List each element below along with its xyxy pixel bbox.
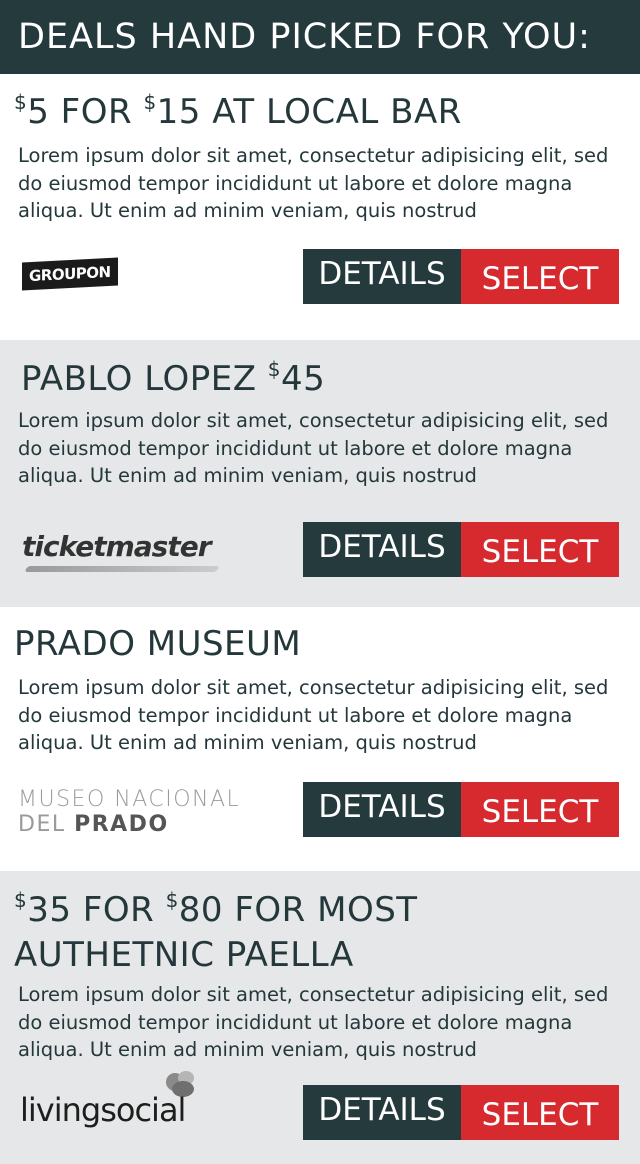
select-button[interactable]: SELECT (461, 1085, 619, 1140)
deal-card-paella: $35 FOR $80 FOR MOST AUTHETNIC PAELLA Lo… (0, 871, 640, 1164)
groupon-logo: GROUPON (22, 257, 118, 291)
header-title: DEALS HAND PICKED FOR YOU: (18, 17, 591, 57)
details-button[interactable]: DETAILS (303, 249, 461, 304)
deal-card-local-bar: $5 FOR $15 AT LOCAL BAR Lorem ipsum dolo… (0, 74, 640, 340)
museo-logo-prado: PRADO (74, 812, 169, 837)
ticketmaster-swoosh-icon (24, 566, 220, 572)
deal-description: Lorem ipsum dolor sit amet, consectetur … (18, 676, 609, 754)
deal-description: Lorem ipsum dolor sit amet, consectetur … (18, 144, 609, 222)
currency-symbol: $ (143, 90, 157, 114)
title-text: 80 FOR MOST (178, 890, 418, 930)
deal-card-prado-museum: PRADO MUSEUM Lorem ipsum dolor sit amet,… (0, 607, 640, 871)
page-header: DEALS HAND PICKED FOR YOU: (0, 0, 640, 74)
title-text: 45 (281, 359, 326, 399)
livingsocial-logo: livingsocial (20, 1071, 210, 1141)
select-button[interactable]: SELECT (461, 522, 619, 577)
details-button[interactable]: DETAILS (303, 522, 461, 577)
currency-symbol: $ (14, 90, 28, 114)
currency-symbol: $ (14, 888, 28, 912)
livingsocial-wordmark: livingsocial (20, 1091, 186, 1129)
title-text: 15 AT LOCAL BAR (156, 92, 462, 132)
museo-logo-line1: MUSEO NACIONAL (18, 787, 241, 812)
title-text: 5 FOR (27, 92, 144, 132)
select-button[interactable]: SELECT (461, 249, 619, 304)
museo-logo-line2: DEL PRADO (18, 812, 240, 838)
title-text: 35 FOR (27, 890, 166, 930)
deal-description: Lorem ipsum dolor sit amet, consectetur … (18, 983, 609, 1061)
currency-symbol: $ (165, 888, 179, 912)
deal-title: PABLO LOPEZ $45 (21, 358, 325, 400)
deal-title: $5 FOR $15 AT LOCAL BAR (14, 91, 462, 133)
title-text: PABLO LOPEZ (21, 359, 268, 399)
currency-symbol: $ (267, 357, 282, 381)
deal-card-pablo-lopez: PABLO LOPEZ $45 Lorem ipsum dolor sit am… (0, 340, 640, 607)
deal-description: Lorem ipsum dolor sit amet, consectetur … (18, 409, 609, 487)
details-button[interactable]: DETAILS (303, 782, 461, 837)
details-button[interactable]: DETAILS (303, 1085, 461, 1140)
ticketmaster-wordmark: ticketmaster (22, 530, 211, 563)
ticketmaster-logo: ticketmaster (22, 530, 222, 574)
museo-prado-logo: MUSEO NACIONAL DEL PRADO (18, 788, 240, 838)
deal-title: $35 FOR $80 FOR MOST (14, 889, 418, 931)
deal-title: PRADO MUSEUM (14, 624, 302, 664)
select-button[interactable]: SELECT (461, 782, 619, 837)
museo-logo-del: DEL (18, 812, 75, 837)
deal-title-line2: AUTHETNIC PAELLA (14, 935, 354, 975)
